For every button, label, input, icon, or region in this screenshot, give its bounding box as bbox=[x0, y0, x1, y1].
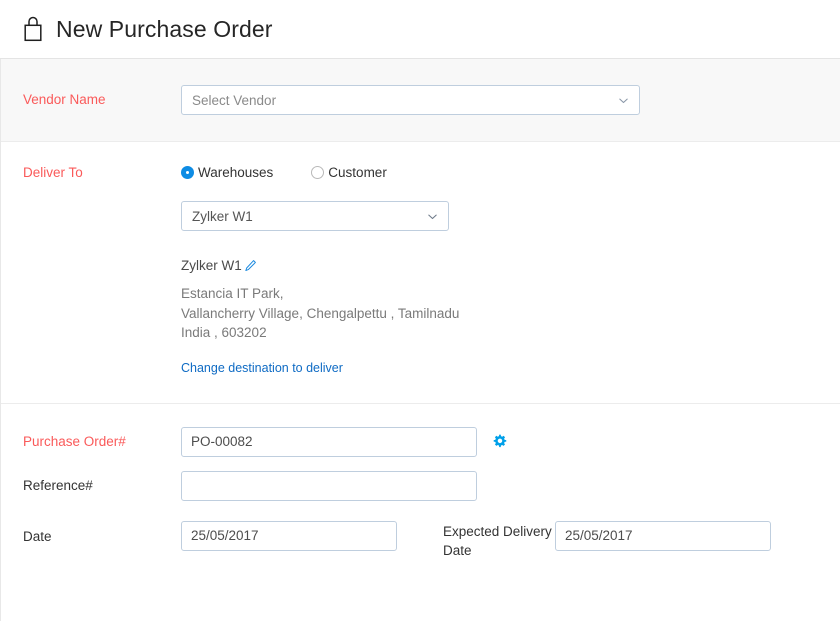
date-label-col: Date bbox=[1, 521, 181, 546]
warehouse-select[interactable]: Zylker W1 bbox=[181, 201, 449, 231]
deliver-to-radio-group: Warehouses Customer bbox=[181, 164, 425, 180]
gear-icon[interactable] bbox=[492, 434, 507, 449]
chevron-down-icon bbox=[618, 95, 629, 106]
warehouse-address-lines: Estancia IT Park, Vallancherry Village, … bbox=[181, 284, 840, 343]
warehouse-address-block: Zylker W1 Estancia IT Park, Vallancherry… bbox=[181, 258, 840, 377]
address-line-2: Vallancherry Village, Chengalpettu , Tam… bbox=[181, 304, 840, 324]
change-destination-link[interactable]: Change destination to deliver bbox=[181, 361, 343, 375]
order-details-section: Purchase Order# PO-00082 Reference# Date… bbox=[1, 404, 840, 560]
vendor-section: Vendor Name Select Vendor bbox=[1, 59, 840, 142]
reference-input[interactable] bbox=[181, 471, 477, 501]
deliver-to-section: Deliver To Warehouses Customer Zylker W1 bbox=[1, 142, 840, 404]
vendor-select-value: Select Vendor bbox=[192, 93, 276, 108]
radio-option-customer[interactable]: Customer bbox=[311, 165, 387, 180]
pencil-icon[interactable] bbox=[244, 259, 257, 272]
radio-warehouses-indicator[interactable] bbox=[181, 166, 194, 179]
expected-delivery-date-input[interactable]: 25/05/2017 bbox=[555, 521, 771, 551]
warehouse-name: Zylker W1 bbox=[181, 258, 242, 273]
radio-customer-label: Customer bbox=[328, 165, 387, 180]
address-line-3: India , 603202 bbox=[181, 323, 840, 343]
chevron-down-icon bbox=[427, 211, 438, 222]
page-header: New Purchase Order bbox=[0, 0, 840, 59]
radio-option-warehouses[interactable]: Warehouses bbox=[181, 165, 273, 180]
vendor-name-label-col: Vendor Name bbox=[1, 91, 181, 109]
vendor-name-label: Vendor Name bbox=[23, 92, 106, 107]
expected-delivery-date-label: Expected Delivery Date bbox=[397, 521, 555, 560]
purchase-order-label: Purchase Order# bbox=[23, 434, 126, 449]
vendor-select[interactable]: Select Vendor bbox=[181, 85, 640, 115]
purchase-order-input[interactable]: PO-00082 bbox=[181, 427, 477, 457]
date-row: Date 25/05/2017 Expected Delivery Date 2… bbox=[1, 521, 840, 560]
deliver-to-row: Deliver To Warehouses Customer bbox=[1, 164, 840, 182]
shopping-bag-icon bbox=[22, 16, 56, 42]
reference-label-col: Reference# bbox=[1, 477, 181, 495]
radio-warehouses-label: Warehouses bbox=[198, 165, 273, 180]
address-line-1: Estancia IT Park, bbox=[181, 284, 840, 304]
radio-customer-indicator[interactable] bbox=[311, 166, 324, 179]
reference-label: Reference# bbox=[23, 478, 93, 493]
deliver-to-label: Deliver To bbox=[23, 165, 83, 180]
page-title: New Purchase Order bbox=[56, 18, 273, 41]
warehouse-name-row: Zylker W1 bbox=[181, 258, 840, 273]
purchase-order-row: Purchase Order# PO-00082 bbox=[1, 427, 840, 457]
date-input[interactable]: 25/05/2017 bbox=[181, 521, 397, 551]
reference-row: Reference# bbox=[1, 471, 840, 501]
purchase-order-form: Vendor Name Select Vendor Deliver To War… bbox=[0, 59, 840, 621]
section-divider bbox=[1, 403, 840, 404]
purchase-order-label-col: Purchase Order# bbox=[1, 433, 181, 451]
date-label: Date bbox=[23, 529, 52, 544]
deliver-to-label-col: Deliver To bbox=[1, 164, 181, 182]
warehouse-select-value: Zylker W1 bbox=[192, 209, 253, 224]
